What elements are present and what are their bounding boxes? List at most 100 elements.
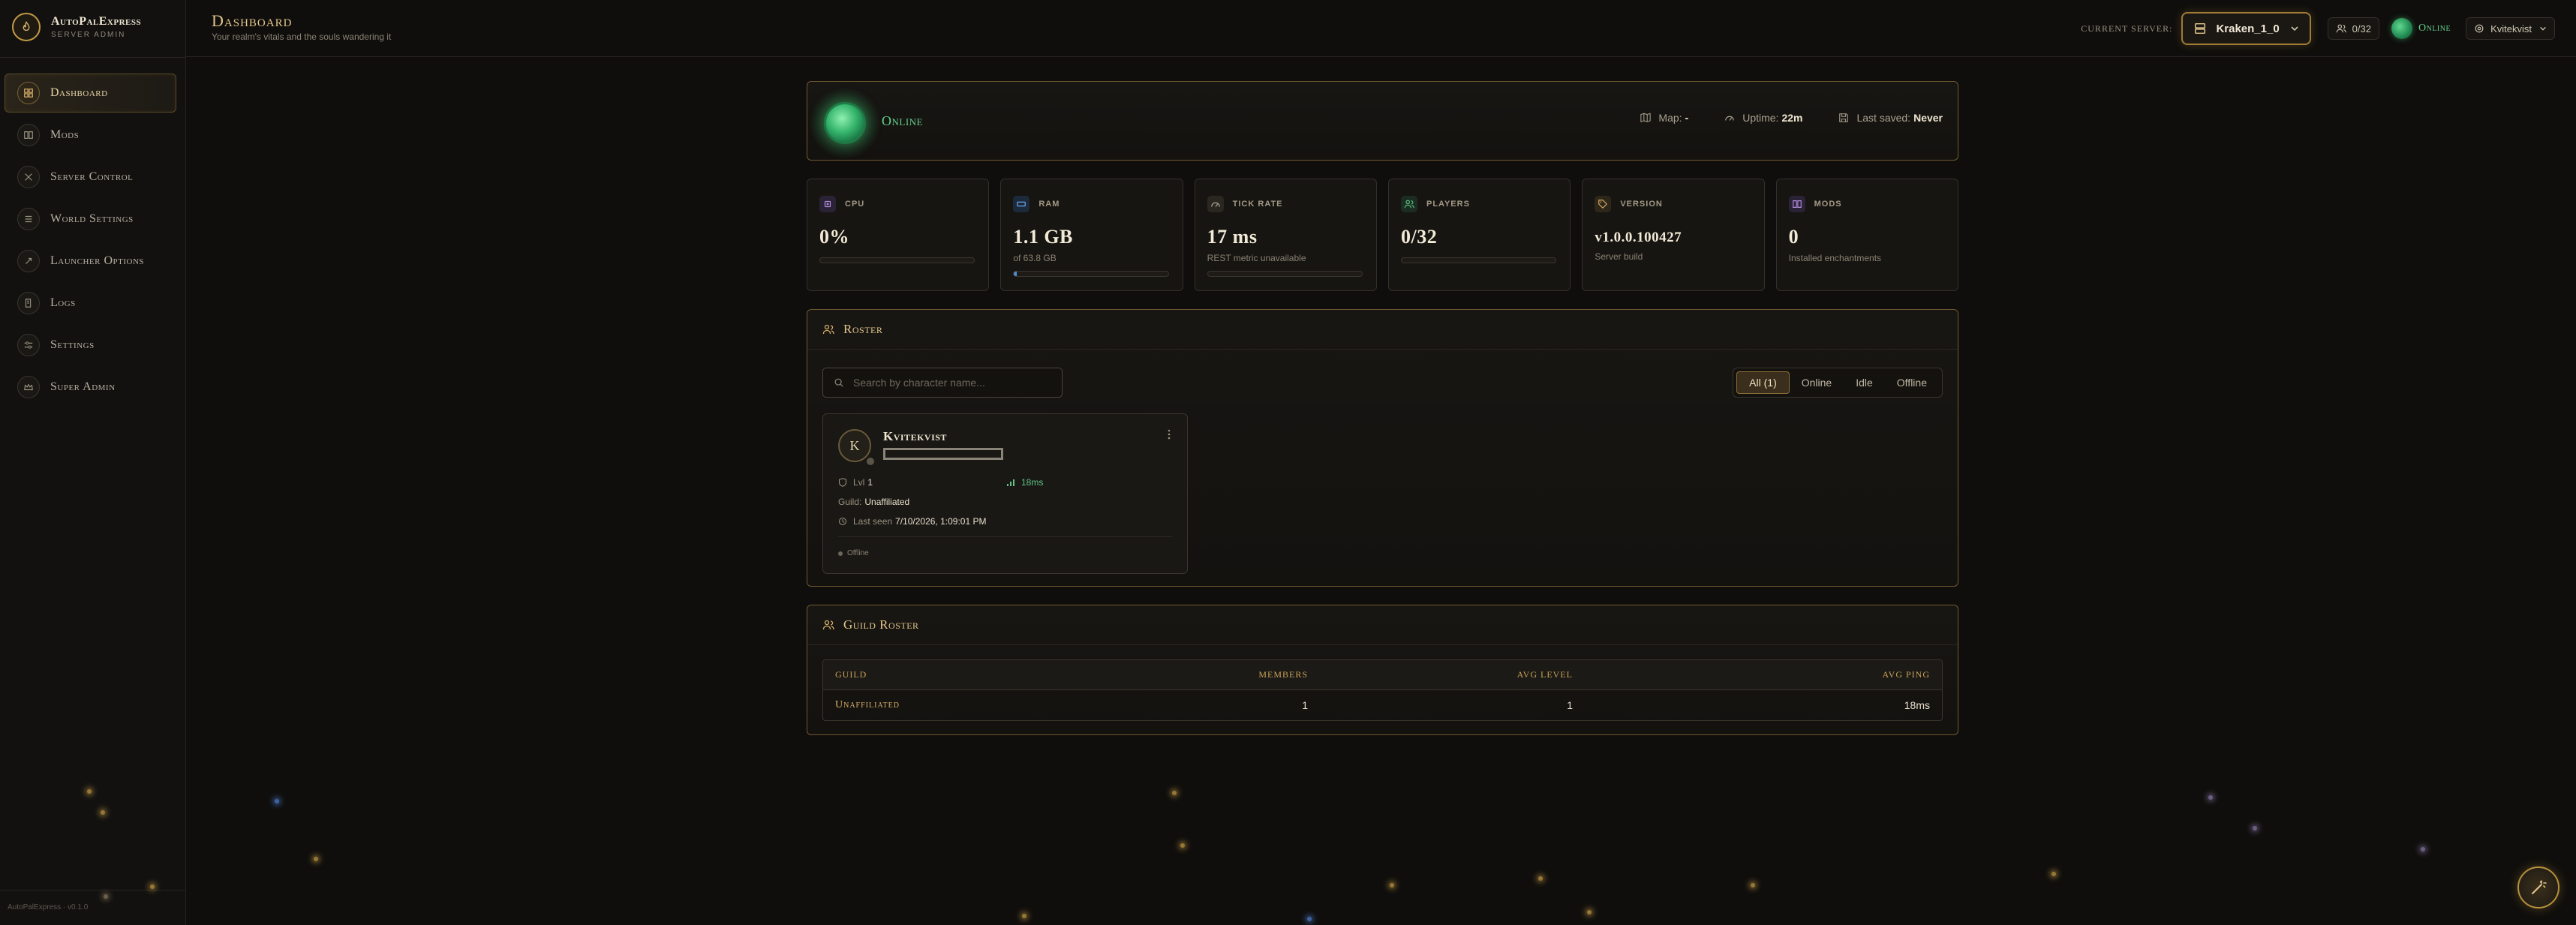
sidebar-item-server-control[interactable]: Server Control [5, 158, 176, 197]
sliders-icon [17, 334, 40, 356]
offline-dot [838, 551, 843, 556]
rocket-icon [17, 250, 40, 272]
sidebar-item-logs[interactable]: Logs [5, 284, 176, 323]
player-count-pill: 0/32 [2327, 17, 2379, 40]
player-ping: 18ms [1006, 477, 1043, 488]
column-header-members[interactable]: MEMBERS [1053, 669, 1308, 680]
sparkle [1751, 883, 1755, 887]
brand-subtitle: SERVER ADMIN [51, 31, 126, 39]
player-card[interactable]: K Kvitekvist Lvl 1 18ms Guild: Unaffilia… [822, 413, 1188, 574]
tick-rate-bar [1207, 271, 1363, 277]
save-icon [1838, 113, 1856, 123]
sidebar-item-label: World Settings [50, 212, 134, 225]
server-status-text: Online [882, 113, 923, 128]
server-selector[interactable]: Kraken_1_0 [2181, 12, 2311, 45]
magic-wand-button[interactable] [2517, 866, 2559, 908]
brand-name: AutoPalExpress [51, 15, 142, 28]
ram-card: RAM 1.1 GB of 63.8 GB [1000, 179, 1183, 291]
sparkle [1172, 791, 1177, 795]
current-server-label: CURRENT SERVER: [2081, 23, 2173, 34]
redacted-field [883, 448, 1003, 460]
guild-avg-level: 1 [1567, 699, 1573, 711]
roster-title: Roster [843, 322, 883, 336]
sparkle [87, 789, 92, 794]
sparkle [275, 799, 279, 803]
filter-idle[interactable]: Idle [1844, 371, 1885, 394]
version-value: v1.0.0.100427 [1595, 230, 1682, 245]
users-icon [822, 619, 834, 631]
sidebar-item-label: Logs [50, 296, 76, 309]
ram-total: of 63.8 GB [1013, 253, 1057, 263]
sidebar-item-launcher-options[interactable]: Launcher Options [5, 242, 176, 281]
more-options-icon[interactable] [1168, 429, 1171, 440]
guild-value: Unaffiliated [864, 497, 910, 507]
map-info: Map: - [1640, 112, 1688, 124]
map-icon [1640, 113, 1658, 123]
tick-rate-note: REST metric unavailable [1207, 253, 1306, 263]
list-icon [17, 208, 40, 230]
sparkle [104, 894, 108, 899]
table-row[interactable]: Unaffiliated 1 1 18ms [823, 690, 1942, 720]
guild-roster-title: Guild Roster [843, 617, 919, 632]
brand[interactable]: AutoPalExpress SERVER ADMIN [12, 12, 141, 42]
clock-icon [838, 517, 853, 526]
ram-usage-bar [1013, 271, 1169, 277]
mods-label: MODS [1814, 200, 1842, 209]
last-saved-label: Last saved: [1856, 112, 1911, 124]
tick-rate-value: 17 ms [1207, 226, 1258, 248]
users-icon [822, 323, 834, 335]
column-header-avg-ping[interactable]: AVG PING [1573, 669, 1942, 680]
roster-panel: Roster All (1) Online Idle Offline K Kvi… [807, 309, 1958, 587]
ram-usage-fill [1014, 272, 1017, 276]
sparkle [314, 857, 318, 861]
search-icon [834, 377, 844, 388]
sidebar-item-world-settings[interactable]: World Settings [5, 200, 176, 239]
mods-note: Installed enchantments [1788, 253, 1882, 263]
server-icon [2193, 22, 2207, 35]
scroll-icon [17, 292, 40, 314]
sidebar-item-mods[interactable]: Mods [5, 116, 176, 155]
sidebar-item-label: Settings [50, 338, 95, 351]
signal-icon [1006, 478, 1021, 487]
sidebar-item-label: Super Admin [50, 380, 116, 393]
crown-icon [17, 376, 40, 398]
user-menu[interactable]: Kvitekvist [2466, 17, 2555, 40]
sparkle [1390, 883, 1394, 887]
sidebar-item-settings[interactable]: Settings [5, 326, 176, 365]
grid-icon [17, 82, 40, 104]
uptime-info: Uptime: 22m [1724, 112, 1802, 124]
cpu-usage-bar [819, 257, 975, 263]
guild-table: GUILD MEMBERS AVG LEVEL AVG PING Unaffil… [822, 659, 1943, 721]
status-orb [824, 102, 866, 144]
status-badge: Offline [838, 549, 869, 557]
sidebar-item-dashboard[interactable]: Dashboard [5, 74, 176, 113]
player-name: Kvitekvist [883, 429, 947, 443]
ram-value: 1.1 GB [1013, 226, 1073, 248]
guild-name: Unaffiliated [835, 699, 900, 710]
filter-all[interactable]: All (1) [1736, 371, 1790, 394]
user-name: Kvitekvist [2490, 23, 2532, 35]
sidebar-item-label: Launcher Options [50, 254, 145, 267]
online-status-orb [2391, 18, 2412, 39]
page-subtitle: Your realm's vitals and the souls wander… [212, 32, 392, 42]
search-input[interactable] [852, 376, 1050, 389]
version-label: VERSION [1620, 200, 1663, 209]
book-icon [1788, 196, 1805, 212]
filter-offline[interactable]: Offline [1885, 371, 1939, 394]
uptime-value: 22m [1781, 112, 1803, 124]
flame-logo-icon [12, 13, 41, 41]
table-header: GUILD MEMBERS AVG LEVEL AVG PING [823, 660, 1942, 690]
guild-avg-ping: 18ms [1904, 699, 1930, 711]
sidebar: AutoPalExpress SERVER ADMIN Dashboard Mo… [0, 0, 186, 925]
sidebar-item-super-admin[interactable]: Super Admin [5, 368, 176, 407]
column-header-avg-level[interactable]: AVG LEVEL [1308, 669, 1573, 680]
sidebar-item-label: Dashboard [50, 86, 108, 99]
version-note: Server build [1595, 251, 1643, 262]
version-card: VERSION v1.0.0.100427 Server build [1582, 179, 1765, 291]
mods-value: 0 [1788, 226, 1799, 248]
stats-row: CPU 0% RAM 1.1 GB of 63.8 GB TICK RATE 1… [807, 179, 1958, 291]
column-header-guild[interactable]: GUILD [823, 669, 1053, 680]
gauge-icon [1724, 113, 1742, 123]
filter-online[interactable]: Online [1790, 371, 1844, 394]
roster-filters: All (1) Online Idle Offline [1733, 368, 1943, 398]
